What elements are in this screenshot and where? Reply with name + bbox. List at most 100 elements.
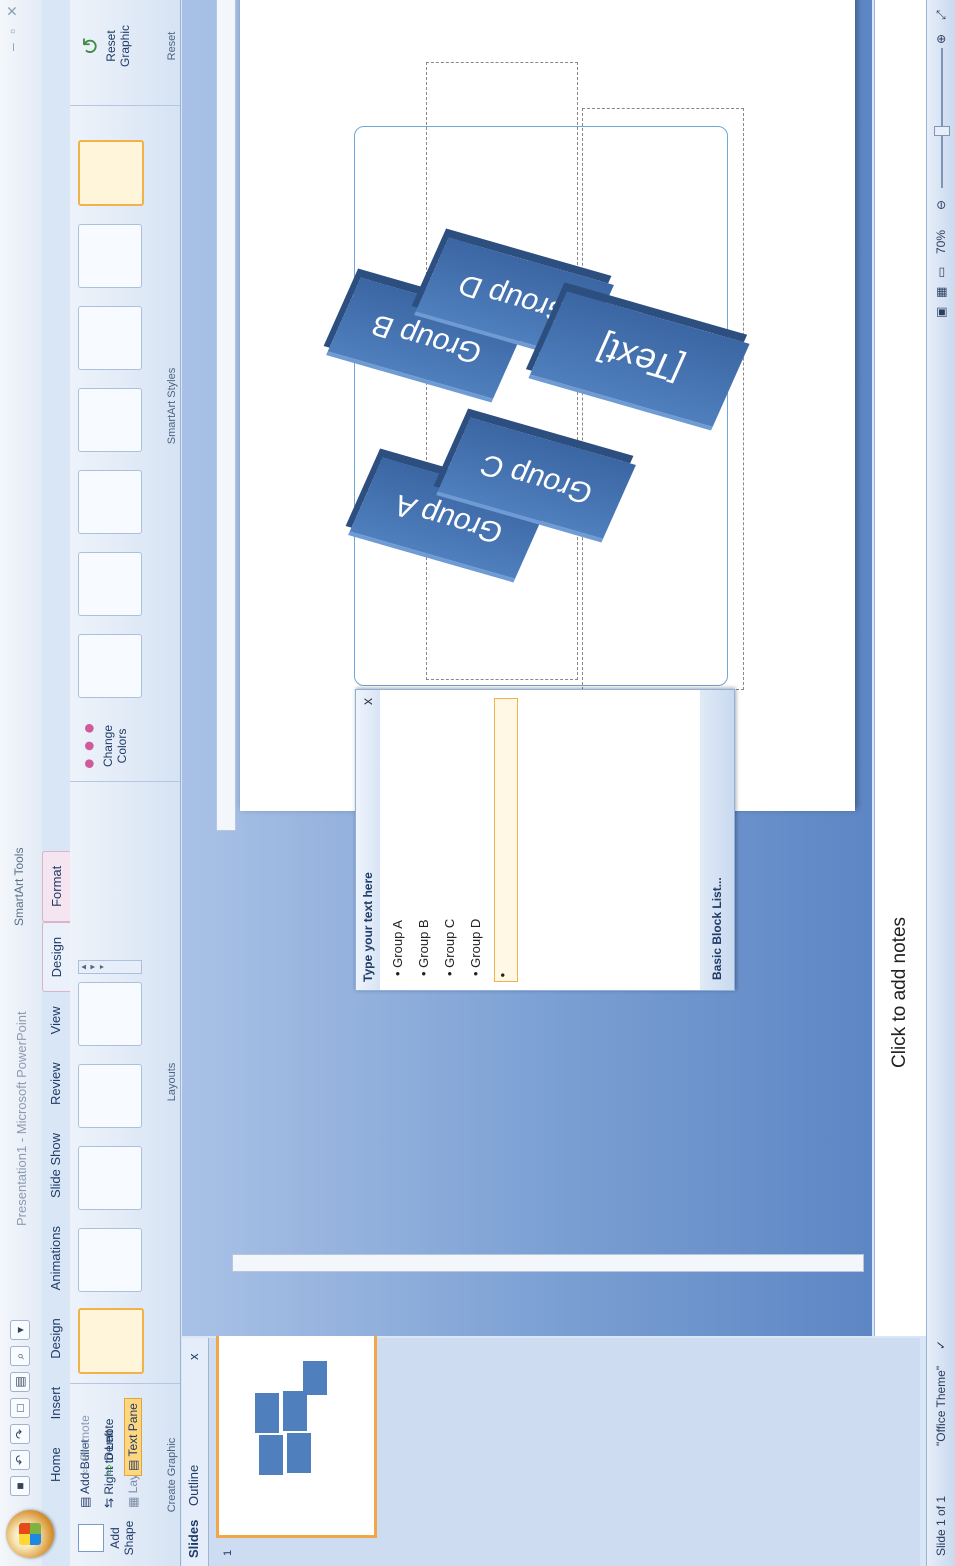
create-graphic-group: Add Shape ▤ Add Bullet ⇆ Right to Left ▦…: [70, 1383, 180, 1566]
smartart-styles-label: SmartArt Styles: [166, 367, 178, 445]
style-thumb-6[interactable]: [78, 224, 142, 288]
text-pane-item[interactable]: • Group D: [468, 919, 483, 976]
bullet-list-icon: ▤: [78, 1493, 92, 1508]
smartart-text-pane: Type your text here x • Group A • Group …: [355, 689, 735, 991]
spell-check-icon[interactable]: ✓: [934, 1340, 948, 1350]
slide-editor: Group A Group B Group C Group D [Text] T…: [182, 0, 872, 1336]
change-colors-button[interactable]: ● ● ● Change Colors: [78, 716, 129, 776]
theme-name: "Office Theme": [934, 1365, 948, 1446]
text-pane-label: Text Pane: [126, 1403, 140, 1457]
zoom-out-icon[interactable]: ⊖: [934, 200, 948, 210]
customize-qat-icon[interactable]: ▾: [10, 1320, 30, 1340]
tab-slides[interactable]: Slides: [186, 1520, 201, 1558]
text-pane-icon: ▤: [126, 1456, 140, 1471]
tab-view[interactable]: View: [42, 992, 70, 1048]
zoom-slider-thumb[interactable]: [934, 126, 950, 136]
layout-thumb-4[interactable]: [78, 1064, 142, 1128]
layout-thumb-5[interactable]: [78, 982, 142, 1046]
layout-thumb-3[interactable]: [78, 1146, 142, 1210]
tab-home[interactable]: Home: [42, 1433, 70, 1496]
tab-smartart-design[interactable]: Design: [42, 921, 70, 993]
tab-review[interactable]: Review: [42, 1048, 70, 1119]
tab-smartart-format[interactable]: Format: [42, 850, 70, 922]
text-pane-item[interactable]: • Group B: [416, 919, 431, 976]
right-to-left-icon: ⇆: [102, 1494, 116, 1508]
reset-graphic-label: Reset Graphic: [104, 24, 132, 68]
thumb-block: [259, 1435, 283, 1475]
slide-thumbnail[interactable]: [216, 1326, 377, 1538]
layouts-scroll[interactable]: ▲ ▼ ▾: [78, 960, 142, 974]
text-pane-item[interactable]: • Group A: [390, 920, 405, 976]
horizontal-ruler: [216, 0, 236, 831]
tab-animations[interactable]: Animations: [42, 1212, 70, 1304]
add-shape-icon: [78, 1524, 104, 1552]
powerpoint-window: ■ ↶ ↷ □ ▤ ⌕ ▾ Presentation1 - Microsoft …: [0, 0, 955, 1566]
zoom-level[interactable]: 70%: [934, 230, 948, 254]
text-pane-footer: Basic Block List...: [700, 690, 734, 990]
layout-thumb-2[interactable]: [78, 1228, 142, 1292]
fit-to-window-icon[interactable]: ⤢: [934, 10, 949, 20]
style-thumb-4[interactable]: [78, 388, 142, 452]
reset-label: Reset: [166, 31, 178, 61]
undo-icon[interactable]: ↶: [10, 1450, 30, 1470]
text-pane-title: Type your text here: [361, 872, 375, 982]
basic-block-list-link[interactable]: Basic Block List...: [710, 877, 724, 980]
text-pane-item-active[interactable]: •: [494, 698, 518, 982]
redo-icon[interactable]: ↷: [10, 1424, 30, 1444]
palette-icon: ● ● ●: [78, 722, 100, 770]
minimize-icon[interactable]: –: [4, 43, 20, 51]
style-thumb-3[interactable]: [78, 470, 142, 534]
text-pane-item-label: Group A: [390, 920, 405, 968]
layout-basic-block-list[interactable]: [78, 1308, 144, 1374]
promote-label: Promote: [78, 1415, 92, 1461]
office-button[interactable]: [6, 1510, 54, 1558]
add-shape-button[interactable]: Add Shape: [78, 1518, 148, 1558]
thumb-block: [287, 1433, 311, 1473]
zoom-in-icon[interactable]: ⊕: [934, 34, 948, 44]
style-thumb-1[interactable]: [78, 634, 142, 698]
new-icon[interactable]: □: [10, 1398, 30, 1418]
close-icon[interactable]: ✕: [4, 5, 21, 17]
smartart-tools-label: SmartArt Tools: [12, 847, 26, 926]
zoom-slider-track[interactable]: [941, 48, 943, 188]
demote-icon: ⇨: [102, 1460, 116, 1474]
tab-slide-show[interactable]: Slide Show: [42, 1119, 70, 1212]
normal-view-icon[interactable]: ▣: [934, 307, 948, 318]
text-pane-close-icon[interactable]: x: [359, 698, 375, 705]
style-thumb-5[interactable]: [78, 306, 142, 370]
ribbon-tabs: Home Insert Design Animations Slide Show…: [42, 850, 70, 1496]
layout-icon: ▦: [126, 1493, 140, 1508]
change-colors-label: Change Colors: [101, 724, 129, 768]
tab-design[interactable]: Design: [42, 1304, 70, 1372]
demote-button[interactable]: ⇨ Demote: [102, 1419, 116, 1474]
print-preview-icon[interactable]: ⌕: [10, 1346, 30, 1366]
create-graphic-label: Create Graphic: [166, 1437, 178, 1513]
text-pane-button[interactable]: ▤ Text Pane: [124, 1398, 142, 1476]
style-thumb-selected[interactable]: [78, 140, 144, 206]
text-pane-item-label: Group D: [468, 918, 483, 968]
text-pane-header: Type your text here x: [356, 690, 380, 990]
restore-icon[interactable]: ▫: [4, 29, 20, 34]
window-title: Presentation1 - Microsoft PowerPoint: [14, 1011, 29, 1226]
style-thumb-2[interactable]: [78, 552, 142, 616]
slides-pane-tabs: Slides Outline x: [182, 1338, 209, 1566]
tab-outline[interactable]: Outline: [186, 1465, 201, 1506]
reset-graphic-button[interactable]: ↺ Reset Graphic: [78, 20, 132, 72]
open-icon[interactable]: ▤: [10, 1372, 30, 1392]
notes-placeholder: Click to add notes: [889, 916, 910, 1068]
add-shape-label: Add Shape: [108, 1520, 136, 1556]
promote-button[interactable]: ⇦ Promote: [78, 1415, 92, 1474]
ribbon: Add Shape ▤ Add Bullet ⇆ Right to Left ▦…: [70, 0, 181, 1566]
notes-pane[interactable]: Click to add notes: [874, 0, 927, 1336]
slide-sorter-icon[interactable]: ▦: [934, 287, 948, 298]
text-pane-item[interactable]: • Group C: [442, 919, 457, 976]
thumb-block: [283, 1391, 307, 1431]
tab-insert[interactable]: Insert: [42, 1373, 70, 1434]
save-icon[interactable]: ■: [10, 1476, 30, 1496]
slides-pane-close[interactable]: x: [186, 1354, 201, 1361]
slide-show-icon[interactable]: ▭: [934, 267, 948, 278]
reset-group: ↺ Reset Graphic Reset: [70, 16, 180, 76]
vertical-ruler: [232, 1254, 864, 1272]
office-logo-icon: [19, 1523, 41, 1545]
promote-icon: ⇦: [78, 1460, 92, 1474]
